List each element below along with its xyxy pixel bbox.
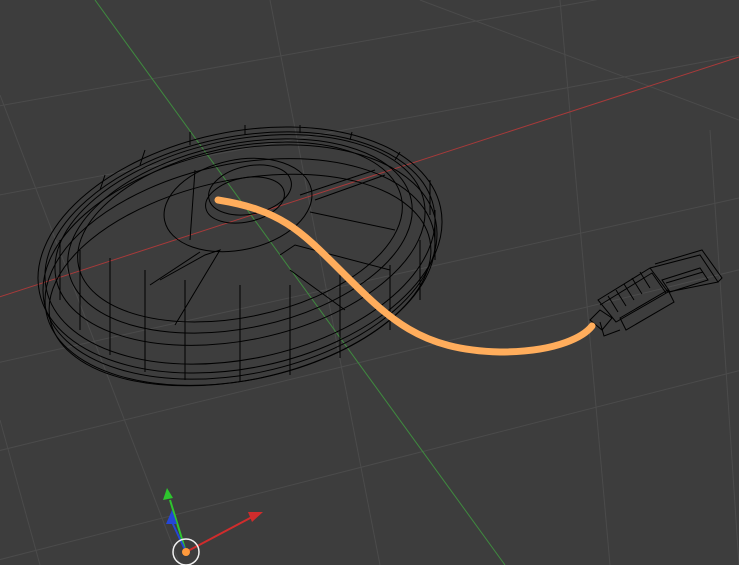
grid-line <box>709 129 739 565</box>
grid-line <box>0 197 739 363</box>
cable-reel-wireframe[interactable] <box>15 92 465 419</box>
gizmo-x-axis <box>185 516 253 553</box>
cable-curve[interactable] <box>214 196 596 356</box>
y-axis-line <box>94 0 506 565</box>
usb-connector-wireframe[interactable] <box>589 249 723 337</box>
grid-floor <box>0 0 739 565</box>
axis-gizmo[interactable] <box>163 488 263 565</box>
grid-line <box>0 54 739 196</box>
grid-line <box>0 370 739 561</box>
grid-line <box>0 0 598 107</box>
3d-cursor-center <box>182 548 190 556</box>
3d-viewport[interactable] <box>0 0 739 565</box>
viewport-canvas[interactable] <box>0 0 739 565</box>
gizmo-x-arrow-icon <box>248 512 263 522</box>
grid-line <box>419 0 739 121</box>
gizmo-y-arrow-icon <box>163 488 173 500</box>
